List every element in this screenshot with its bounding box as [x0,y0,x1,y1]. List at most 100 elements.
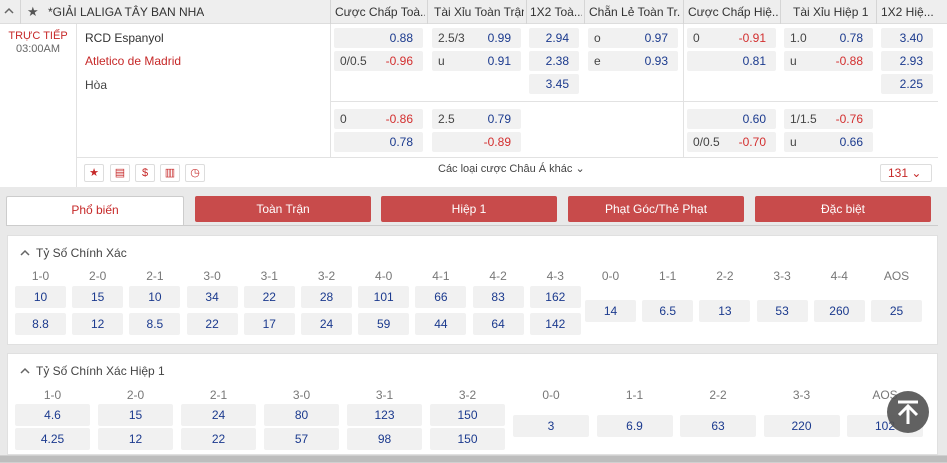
score-label: 2-2 [709,388,727,402]
odds-cell[interactable]: 59 [358,313,410,335]
tab-popular[interactable]: Phổ biến [6,196,184,226]
dollar-icon[interactable]: $ [135,164,155,182]
odds-cell[interactable]: 2.94 [529,28,579,48]
odds-cell[interactable]: 12 [98,428,173,450]
odds-cell[interactable]: 83 [472,286,524,308]
away-team: Atletico de Madrid [85,54,182,68]
market-count-button[interactable]: 131 ⌄ [880,164,932,182]
odds-cell[interactable]: 6.5 [642,300,694,322]
odds-cell[interactable]: 0.88 [334,28,423,48]
odds-cell[interactable]: 28 [301,286,352,308]
odds-cell[interactable]: 24 [181,404,256,426]
odds-cell[interactable]: 57 [264,428,339,450]
horizontal-scrollbar[interactable] [0,455,947,463]
odds-cell[interactable]: 2.25 [881,74,933,94]
correct-score-h1-title: Tỷ Số Chính Xác Hiệp 1 [36,364,165,378]
odds-cell[interactable]: o 0.97 [588,28,678,48]
odds-cell[interactable]: 4.6 [15,404,90,426]
tab-corners-cards[interactable]: Phạt Góc/Thẻ Phạt [568,196,744,222]
collapse-chevron-icon[interactable] [20,248,30,258]
favorite-star-icon[interactable]: ★ [84,164,104,182]
tab-full-match[interactable]: Toàn Trận [195,196,371,222]
favorite-league-star-icon[interactable]: ★ [27,4,39,20]
odds-cell[interactable]: 24 [301,313,352,335]
score-label: 2-1 [209,388,228,402]
odds-cell[interactable]: 10 [15,286,66,308]
odds-cell[interactable]: 0/0.5 -0.96 [334,51,423,71]
odds-cell[interactable]: 25 [871,300,922,322]
odds-cell[interactable]: 98 [347,428,422,450]
odds-cell[interactable]: 4.25 [15,428,90,450]
odds-cell[interactable]: u 0.91 [432,51,521,71]
odds-cell[interactable]: 1.0 0.78 [784,28,873,48]
score-label: 4-4 [830,269,848,283]
odds-cell[interactable]: 8.5 [129,313,181,335]
score-label: 1-0 [43,388,62,402]
odds-cell[interactable]: 13 [699,300,751,322]
odds-cell[interactable]: 3.40 [881,28,933,48]
tab-first-half[interactable]: Hiệp 1 [381,196,557,222]
odds-cell[interactable]: 53 [756,300,808,322]
history-clock-icon[interactable]: ◷ [185,164,205,182]
kickoff-time: 03:00AM [15,43,61,55]
odds-cell[interactable]: 2.5/3 0.99 [432,28,521,48]
odds-cell[interactable]: 101 [358,286,410,308]
odds-cell[interactable]: 150 [430,428,505,450]
odds-cell[interactable]: 2.38 [529,51,579,71]
odds-cell[interactable]: e 0.93 [588,51,678,71]
odds-cell[interactable]: 80 [264,404,339,426]
odds-cell[interactable]: 0.81 [687,51,776,71]
odds-cell[interactable]: 14 [585,300,636,322]
draw-label: Hòa [85,78,108,92]
odds-cell[interactable]: 150 [430,404,505,426]
odds-cell[interactable]: 22 [186,313,238,335]
odds-cell[interactable]: 0.60 [687,109,776,129]
scoreboard-icon[interactable]: ▤ [110,164,130,182]
odds-cell[interactable]: 34 [186,286,238,308]
odds-cell[interactable]: u 0.66 [784,132,873,152]
collapse-icon[interactable] [4,6,14,16]
odds-cell[interactable]: 142 [529,313,581,335]
more-asian-bets-toggle[interactable]: Các loại cược Châu Á khác ⌄ [438,162,585,175]
odds-cell[interactable]: -0.89 [432,132,521,152]
odds-cell[interactable]: 12 [72,313,124,335]
odds-cell[interactable]: 2.93 [881,51,933,71]
odds-cell[interactable]: 64 [472,313,524,335]
odds-cell[interactable]: 260 [813,300,865,322]
odds-cell[interactable]: 162 [529,286,581,308]
odds-cell[interactable]: 6.9 [596,415,673,437]
correct-score-title: Tỷ Số Chính Xác [36,246,127,260]
odds-cell[interactable]: 0 -0.86 [334,109,423,129]
odds-cell[interactable]: 123 [347,404,422,426]
score-label: 4-1 [432,269,450,283]
odds-cell[interactable]: u -0.88 [784,51,873,71]
odds-cell[interactable]: 17 [243,313,295,335]
odds-cell[interactable]: 0 -0.91 [687,28,776,48]
stats-bar-icon[interactable]: ▥ [160,164,180,182]
odds-cell[interactable]: 15 [98,404,173,426]
odds-cell[interactable]: 220 [763,415,840,437]
scroll-to-top-button[interactable] [887,391,929,433]
odds-cell[interactable]: 63 [680,415,756,437]
odds-cell[interactable]: 22 [243,286,295,308]
odds-cell[interactable]: 3 [513,415,589,437]
score-label: 3-3 [773,269,791,283]
score-label: 3-1 [375,388,394,402]
tab-special[interactable]: Đặc biệt [755,196,931,222]
odds-cell[interactable]: 15 [72,286,124,308]
odds-cell[interactable]: 3.45 [529,74,579,94]
odds-cell[interactable]: 44 [415,313,467,335]
odds-cell[interactable]: 66 [415,286,467,308]
score-label: 3-3 [792,388,811,402]
odds-cell[interactable]: 0/0.5 -0.70 [687,132,776,152]
odds-cell[interactable]: 10 [129,286,181,308]
odds-cell[interactable]: 22 [181,428,256,450]
collapse-chevron-icon[interactable] [20,366,30,376]
score-label: 2-2 [716,269,734,283]
score-label: 0-0 [601,269,620,283]
odds-cell[interactable]: 8.8 [15,313,66,335]
score-label: 4-2 [489,269,507,283]
odds-cell[interactable]: 1/1.5 -0.76 [784,109,873,129]
odds-cell[interactable]: 0.78 [334,132,423,152]
odds-cell[interactable]: 2.5 0.79 [432,109,521,129]
